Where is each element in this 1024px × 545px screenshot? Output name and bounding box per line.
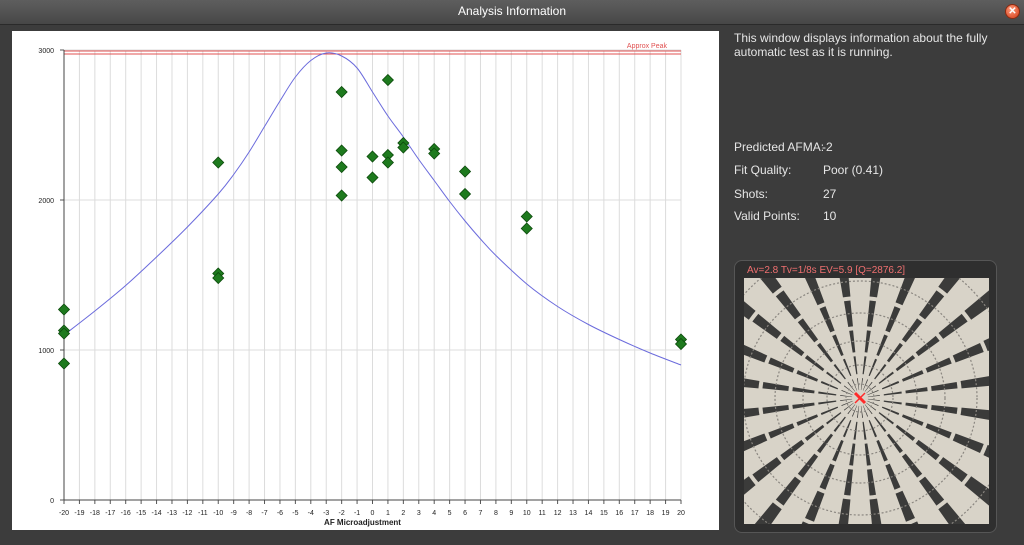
y-tick-label: 1000 [38, 348, 54, 355]
data-point [520, 210, 533, 223]
data-point [458, 187, 472, 201]
data-point [57, 357, 71, 370]
shots-label: Shots: [734, 187, 769, 201]
x-tick-label: -9 [231, 510, 237, 517]
x-tick-label: 6 [463, 510, 467, 517]
x-tick-label: 13 [569, 510, 577, 517]
x-tick-label: 14 [585, 510, 593, 517]
siemens-star-target [744, 278, 989, 524]
x-tick-label: 0 [371, 510, 375, 517]
x-tick-label: -8 [246, 510, 252, 517]
predicted-afma-label: Predicted AFMA: [734, 140, 825, 154]
data-point [381, 156, 394, 169]
x-tick-label: -2 [339, 510, 345, 517]
x-tick-label: -4 [308, 510, 314, 517]
focus-thumbnail-panel: Av=2.8 Tv=1/8s EV=5.9 [Q=2876.2] [734, 260, 997, 533]
y-tick-label: 0 [50, 498, 54, 505]
chart-panel: Approx Peak -20 -19 -18 -17 -16 -15 -14 -13 -12-… [12, 31, 719, 530]
x-tick-label: 3 [417, 510, 421, 517]
data-point [335, 189, 348, 202]
x-tick-label: 20 [677, 510, 685, 517]
data-point [458, 165, 472, 178]
x-tick-label: 1 [386, 510, 390, 517]
fit-quality-label: Fit Quality: [734, 163, 792, 177]
x-tick-label: -19 [74, 510, 84, 517]
data-point [335, 85, 348, 99]
x-tick-label: -20 [59, 510, 69, 517]
af-chart: Approx Peak -20 -19 -18 -17 -16 -15 -14 -13 -12-… [38, 43, 688, 527]
x-tick-label: 17 [631, 510, 639, 517]
x-tick-label: -17 [105, 510, 115, 517]
data-point [366, 150, 379, 163]
data-point [520, 222, 533, 235]
x-tick-label: -13 [167, 510, 177, 517]
x-tick-label: 7 [479, 510, 483, 517]
valid-points-label: Valid Points: [734, 209, 800, 223]
x-tick-label: 15 [600, 510, 608, 517]
title-bar: Analysis Information ✕ [0, 0, 1024, 25]
x-tick-label: -11 [198, 510, 208, 517]
x-tick-label: -3 [323, 510, 329, 517]
x-tick-label: 8 [494, 510, 498, 517]
x-tick-label: 9 [509, 510, 513, 517]
x-tick-label: -12 [182, 510, 192, 517]
approx-peak-label: Approx Peak [627, 43, 668, 50]
y-tick-label: 2000 [38, 198, 54, 205]
x-tick-label: 19 [662, 510, 670, 517]
y-tick-label: 3000 [38, 48, 54, 55]
x-tick-label: -7 [261, 510, 267, 517]
close-icon[interactable]: ✕ [1005, 4, 1020, 19]
data-point [212, 156, 225, 169]
x-tick-label: 18 [646, 510, 654, 517]
x-tick-label: -1 [354, 510, 360, 517]
x-tick-label: -5 [292, 510, 298, 517]
window-title: Analysis Information [457, 4, 567, 18]
data-point [57, 303, 71, 316]
x-tick-label: -15 [136, 510, 146, 517]
x-tick-label: -16 [121, 510, 131, 517]
shots-value: 27 [823, 187, 837, 201]
data-point [335, 144, 348, 157]
fit-quality-value: Poor (0.41) [823, 163, 884, 177]
thumbnail-caption: Av=2.8 Tv=1/8s EV=5.9 [Q=2876.2] [747, 265, 906, 276]
x-axis-title: AF Microadjustment [324, 518, 401, 527]
x-tick-label: -6 [277, 510, 283, 517]
x-tick-label: 11 [539, 510, 546, 517]
x-tick-label: 4 [432, 510, 436, 517]
x-tick-label: -18 [90, 510, 100, 517]
data-point [335, 160, 348, 174]
x-tick-label: 5 [448, 510, 452, 517]
x-tick-label: 2 [401, 510, 405, 517]
x-tick-label: 12 [554, 510, 562, 517]
predicted-afma-value: -2 [822, 140, 833, 154]
data-point [381, 73, 394, 87]
x-tick-label: -14 [151, 510, 161, 517]
description-text: This window displays information about t… [734, 31, 988, 59]
valid-points-value: 10 [823, 209, 837, 223]
data-point [366, 171, 379, 184]
focus-target-image [744, 278, 989, 524]
x-tick-label: -10 [213, 510, 223, 517]
x-tick-label: 16 [615, 510, 623, 517]
target-background [744, 278, 989, 524]
grid-layer [63, 49, 682, 501]
x-tick-label: 10 [523, 510, 531, 517]
